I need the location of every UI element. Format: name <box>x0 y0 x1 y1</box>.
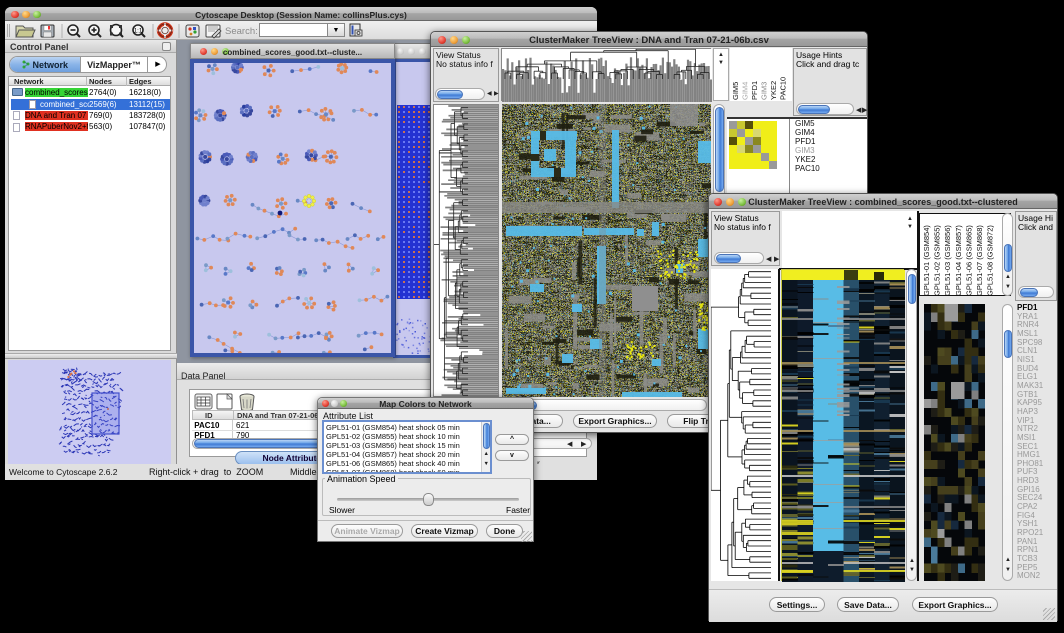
svg-text:GPL51-02 (GSM855): GPL51-02 (GSM855) <box>933 225 942 296</box>
svg-text:GPL51-01 (GSM854): GPL51-01 (GSM854) <box>922 225 931 296</box>
svg-text:GIM3: GIM3 <box>760 82 769 100</box>
svg-text:PAC10: PAC10 <box>779 77 788 100</box>
svg-text:YKE2: YKE2 <box>769 81 778 100</box>
svg-text:GIM5: GIM5 <box>731 82 740 100</box>
svg-text:GIM4: GIM4 <box>741 82 750 100</box>
svg-text:PFD1: PFD1 <box>750 81 759 100</box>
svg-text:GPL51-04 (GSM857): GPL51-04 (GSM857) <box>954 225 963 296</box>
svg-text:GPL51-07 (GSM868): GPL51-07 (GSM868) <box>975 225 984 296</box>
svg-text:GPL51-06 (GSM865): GPL51-06 (GSM865) <box>964 225 973 296</box>
svg-text:GPL51-03 (GSM856): GPL51-03 (GSM856) <box>943 225 952 296</box>
svg-text:GPL51-08 (GSM872): GPL51-08 (GSM872) <box>986 225 995 296</box>
